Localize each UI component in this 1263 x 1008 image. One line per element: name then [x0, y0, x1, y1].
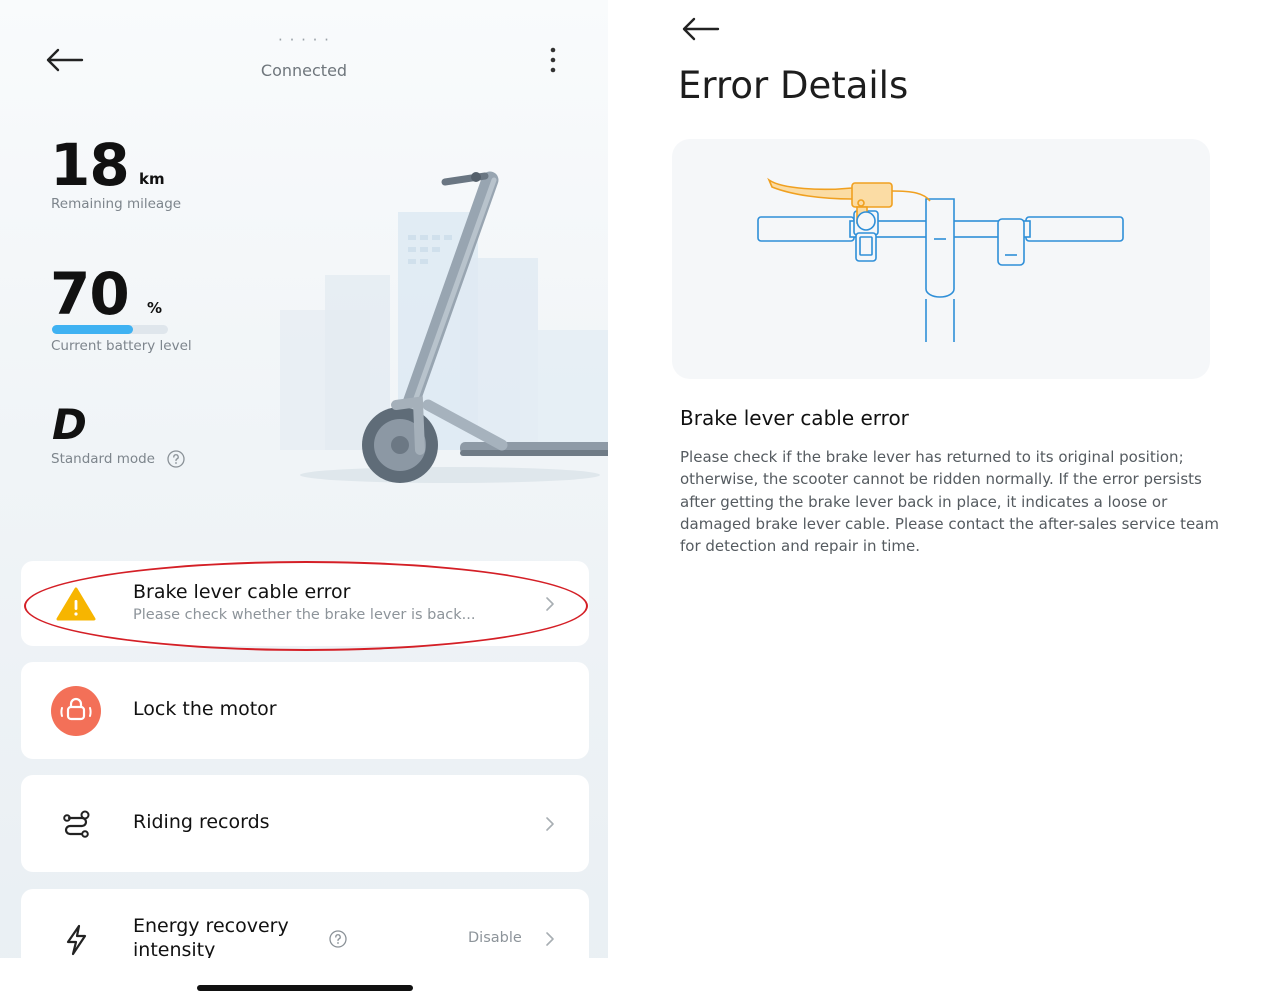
lock-motor-title: Lock the motor	[133, 698, 277, 720]
riding-mode-value: D	[52, 400, 87, 449]
lock-motor-icon	[51, 686, 101, 736]
battery-bar	[52, 325, 168, 334]
riding-mode-label: Standard mode	[51, 451, 155, 467]
back-arrow-icon[interactable]	[680, 14, 720, 44]
connection-status: Connected	[260, 61, 348, 80]
chevron-right-icon	[546, 932, 554, 946]
home-indicator[interactable]	[197, 985, 413, 991]
battery-unit: %	[147, 299, 163, 317]
error-detail-heading: Brake lever cable error	[680, 406, 909, 430]
error-details-title: Error Details	[678, 64, 909, 107]
device-name: · · · · ·	[278, 36, 330, 48]
help-icon[interactable]	[329, 930, 347, 948]
lightning-icon	[66, 924, 87, 956]
chevron-right-icon	[546, 817, 554, 831]
riding-records-card[interactable]: Riding records	[21, 775, 589, 872]
mileage-unit: km	[139, 170, 165, 188]
scooter-illustration	[280, 171, 608, 483]
brake-error-card[interactable]: Brake lever cable error Please check whe…	[21, 561, 589, 646]
scooter-dashboard-panel: · · · · · Connected 18 km Remaining mile…	[0, 0, 608, 1008]
more-options-icon[interactable]	[540, 44, 566, 76]
riding-records-title: Riding records	[133, 811, 270, 833]
battery-bar-fill	[52, 325, 134, 334]
battery-level-value: 70	[50, 260, 130, 328]
battery-level-label: Current battery level	[51, 338, 192, 354]
route-icon	[63, 810, 90, 838]
bottom-safe-area	[0, 958, 608, 1008]
brake-error-subtitle: Please check whether the brake lever is …	[133, 607, 476, 623]
lock-motor-card[interactable]: Lock the motor	[21, 662, 589, 759]
brake-error-title: Brake lever cable error	[133, 581, 351, 603]
energy-recovery-value: Disable	[468, 930, 522, 946]
chevron-right-icon	[546, 597, 554, 611]
remaining-mileage-label: Remaining mileage	[51, 196, 182, 212]
error-detail-description: Please check if the brake lever has retu…	[680, 448, 1219, 556]
help-icon[interactable]	[167, 450, 185, 468]
handlebar-illustration	[757, 177, 1124, 342]
energy-recovery-title: Energy recovery	[133, 915, 289, 937]
warning-icon	[56, 587, 96, 621]
remaining-mileage-value: 18	[50, 131, 130, 199]
brake-lever-illustration-card	[672, 139, 1210, 379]
